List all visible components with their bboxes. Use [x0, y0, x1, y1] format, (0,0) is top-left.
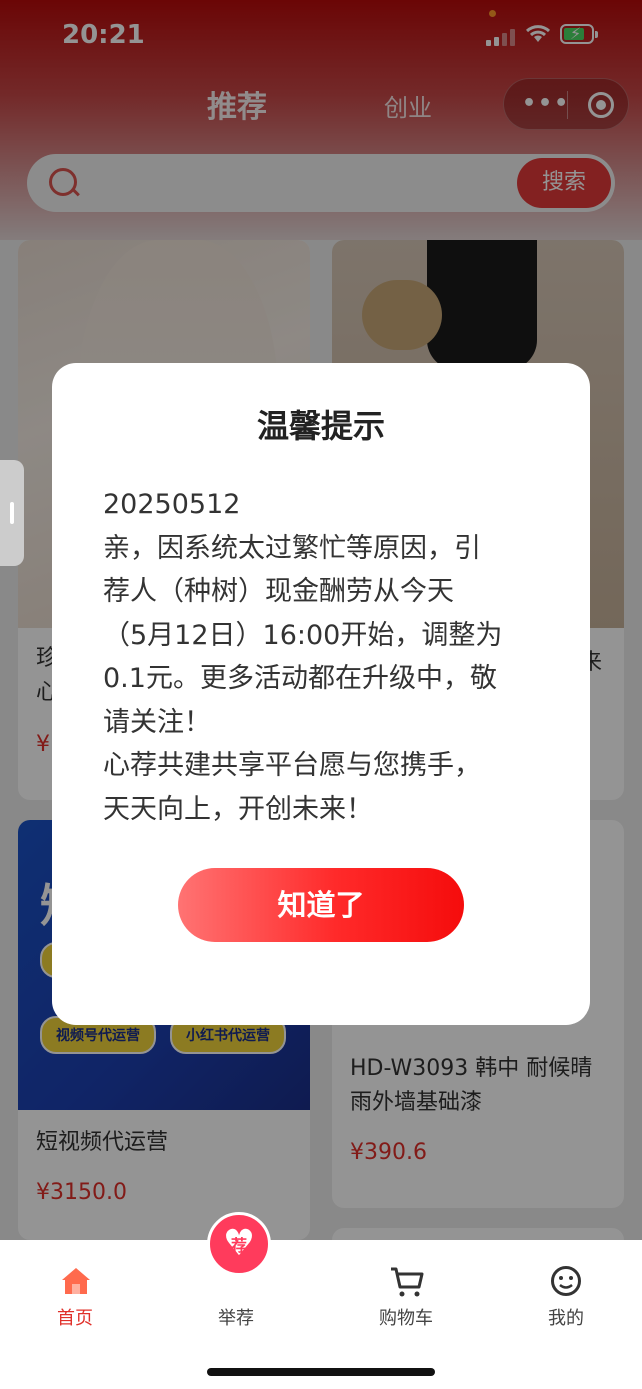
dialog-line: 请关注！	[103, 706, 211, 738]
tab-label: 举荐	[218, 1308, 254, 1329]
tab-label: 购物车	[379, 1308, 433, 1329]
dialog-line: 亲，因系统太过繁忙等原因，引	[103, 532, 481, 564]
dialog-line: 心荐共建共享平台愿与您携手，	[103, 750, 481, 781]
home-icon	[62, 1268, 90, 1294]
recommend-badge-text: 荐	[230, 1236, 247, 1255]
dialog-line: 0.1元。更多活动都在升级中，敬	[103, 663, 497, 694]
side-drawer-handle[interactable]	[0, 460, 24, 566]
bottom-tab-bar: 首页 ♥ 荐 举荐 购物车 我的	[0, 1212, 642, 1389]
dialog-line: 荐人（种树）现金酬劳从今天	[103, 576, 454, 607]
tab-label: 首页	[57, 1308, 93, 1329]
home-indicator	[207, 1368, 435, 1376]
notice-dialog: 温馨提示 20250512 亲，因系统太过繁忙等原因，引 荐人（种树）现金酬劳从…	[52, 363, 590, 1025]
recommend-heart-icon: ♥ 荐	[207, 1212, 271, 1276]
dialog-title: 温馨提示	[256, 407, 385, 445]
dialog-line: 天天向上，开创未来！	[103, 793, 373, 825]
dialog-line: （5月12日）16:00开始，调整为	[103, 619, 503, 651]
confirm-button[interactable]: 知道了	[178, 868, 464, 942]
dialog-message: 20250512 亲，因系统太过繁忙等原因，引 荐人（种树）现金酬劳从今天 （5…	[103, 483, 543, 831]
dialog-line: 20250512	[103, 489, 241, 520]
tab-label: 我的	[548, 1308, 584, 1329]
cart-icon	[391, 1267, 424, 1297]
smiley-icon	[551, 1266, 581, 1296]
